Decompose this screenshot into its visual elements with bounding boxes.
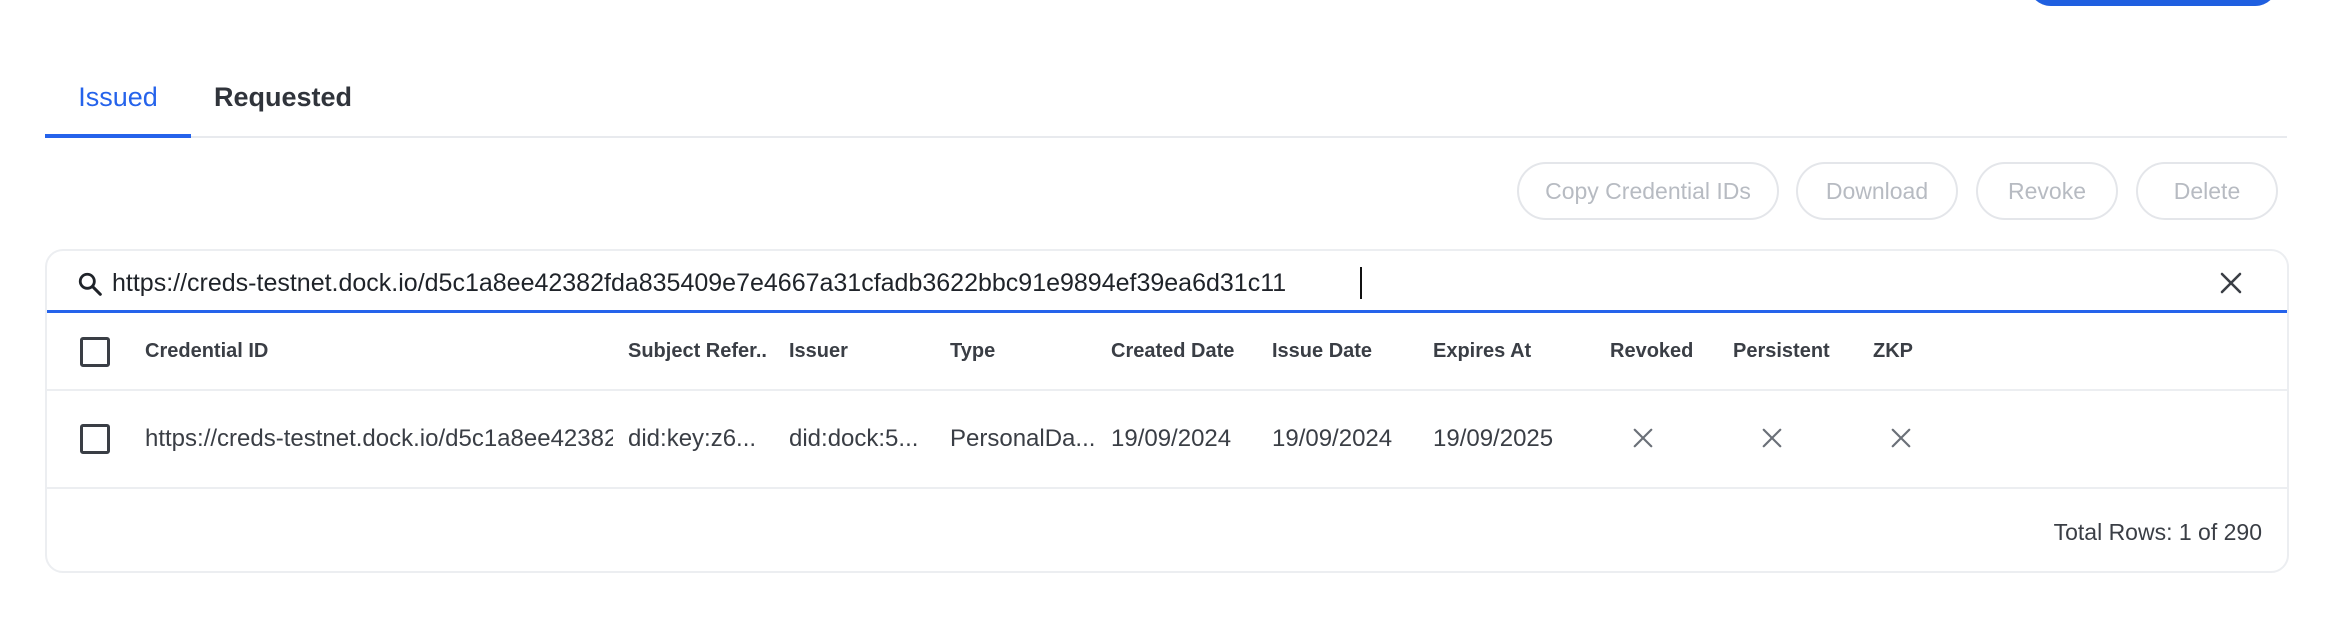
text-cursor — [1360, 267, 1362, 299]
column-header-zkp[interactable]: ZKP — [1873, 313, 1953, 389]
search-icon — [78, 272, 102, 296]
cell-expires-at: 19/09/2025 — [1433, 425, 1554, 452]
search-bar — [47, 251, 2287, 313]
copy-credential-ids-button[interactable]: Copy Credential IDs — [1517, 162, 1779, 220]
column-header-credential-id[interactable]: Credential ID — [145, 313, 445, 389]
tab-requested[interactable]: Requested — [213, 58, 353, 136]
select-all-checkbox[interactable] — [80, 337, 110, 367]
zkp-x-icon — [1891, 428, 1911, 448]
total-rows-label: Total Rows: 1 of 290 — [2053, 518, 2262, 545]
column-header-type[interactable]: Type — [950, 313, 1090, 389]
table-footer: Total Rows: 1 of 290 — [47, 489, 2287, 575]
cell-issue-date: 19/09/2024 — [1272, 425, 1393, 452]
column-header-expires-at[interactable]: Expires At — [1433, 313, 1573, 389]
download-button[interactable]: Download — [1796, 162, 1958, 220]
search-input[interactable] — [112, 265, 2202, 301]
cell-type: PersonalDa... — [950, 425, 1096, 452]
clear-search-icon[interactable] — [2219, 271, 2243, 295]
credentials-table-card: Credential ID Subject Refer... Issuer Ty… — [45, 249, 2289, 573]
column-header-subject-reference[interactable]: Subject Refer... — [628, 313, 768, 389]
revoke-button[interactable]: Revoke — [1976, 162, 2118, 220]
column-header-issuer[interactable]: Issuer — [789, 313, 929, 389]
cell-issuer: did:dock:5... — [789, 425, 919, 452]
cell-created-date: 19/09/2024 — [1111, 425, 1232, 452]
column-header-persistent[interactable]: Persistent — [1733, 313, 1853, 389]
column-header-revoked[interactable]: Revoked — [1610, 313, 1720, 389]
primary-action-button[interactable] — [2028, 0, 2278, 6]
column-header-issue-date[interactable]: Issue Date — [1272, 313, 1412, 389]
tab-bar: Issued Requested — [45, 58, 2287, 138]
cell-subject-reference: did:key:z6... — [628, 425, 757, 452]
delete-button[interactable]: Delete — [2136, 162, 2278, 220]
column-header-created-date[interactable]: Created Date — [1111, 313, 1261, 389]
tab-issued[interactable]: Issued — [45, 58, 191, 138]
cell-credential-id[interactable]: https://creds-testnet.dock.io/d5c1a8ee42… — [145, 391, 613, 487]
persistent-x-icon — [1762, 428, 1782, 448]
table-row[interactable]: https://creds-testnet.dock.io/d5c1a8ee42… — [47, 391, 2287, 489]
row-checkbox[interactable] — [80, 424, 110, 454]
table-header: Credential ID Subject Refer... Issuer Ty… — [47, 313, 2287, 391]
revoked-x-icon — [1633, 428, 1653, 448]
